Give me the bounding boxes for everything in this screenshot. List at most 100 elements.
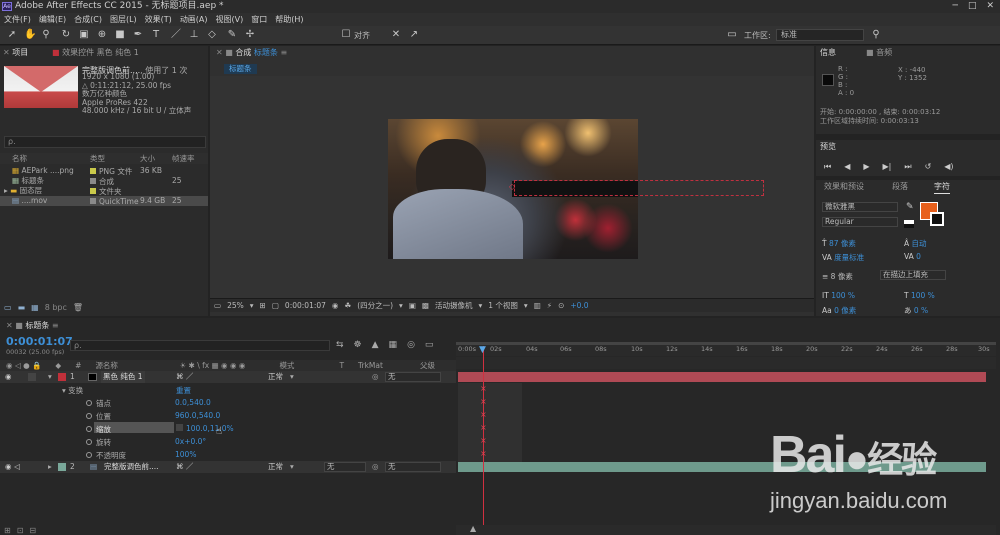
transparency-grid-icon[interactable]: ▩ [422, 301, 429, 310]
label-color-icon[interactable] [58, 463, 66, 471]
loop-icon[interactable]: ↺ [925, 162, 932, 172]
tab-timeline[interactable]: ✕ ■ 标题条 ≡ [6, 320, 59, 332]
chevron-down-icon[interactable]: ▾ [399, 301, 403, 310]
resolution-select[interactable]: (四分之一) [357, 300, 393, 311]
brush-tool-icon[interactable]: ／ [170, 29, 182, 41]
frame-blend-icon[interactable]: ▦ [389, 340, 398, 350]
toggle-switches-icon[interactable]: ⊞ [4, 526, 11, 535]
last-frame-icon[interactable]: ⏭ [904, 162, 911, 172]
tsume-field[interactable]: あ 0 % [904, 305, 928, 316]
next-frame-icon[interactable]: ▶| [883, 162, 892, 172]
delete-icon[interactable]: 🗑 [73, 303, 83, 312]
breadcrumb[interactable]: 标题条 [224, 64, 257, 74]
roto-tool-icon[interactable]: ✎ [226, 29, 238, 41]
trkmat-select[interactable]: 无 [324, 462, 366, 472]
new-folder-icon[interactable]: ▬ [18, 303, 26, 312]
audio-icon[interactable]: ◁ [14, 461, 20, 473]
chevron-down-icon[interactable]: ▾ [290, 461, 294, 473]
parent-select[interactable]: 无 [385, 372, 441, 382]
pan-behind-tool-icon[interactable]: ⊕ [96, 29, 108, 41]
draft-3d-icon[interactable]: ☸ [354, 340, 362, 350]
tab-info[interactable]: 信息 [820, 47, 836, 59]
menu-window[interactable]: 窗口 [251, 14, 267, 25]
font-family-select[interactable]: 微软雅黑 [822, 202, 898, 212]
camera-select[interactable]: 活动摄像机 [435, 300, 473, 311]
timeline-search-input[interactable]: ρ. [70, 340, 330, 351]
tab-project[interactable]: ✕ 项目 [3, 47, 28, 59]
leading-field[interactable]: Â 自动 [904, 238, 927, 249]
zoom-out-icon[interactable]: ▲ [470, 524, 476, 533]
stopwatch-icon[interactable] [86, 439, 92, 445]
zoom-tool-icon[interactable]: ⚲ [40, 29, 52, 41]
current-time[interactable]: 0:00:01:07 [285, 301, 326, 310]
tab-paragraph[interactable]: 段落 [892, 181, 908, 193]
eraser-tool-icon[interactable]: ◇ [206, 29, 218, 41]
menu-layer[interactable]: 图层(L) [110, 14, 137, 25]
layer-selection-box[interactable] [514, 180, 764, 196]
toggle-modes-icon[interactable]: ⊡ [17, 526, 24, 535]
chevron-down-icon[interactable]: ▾ [290, 371, 294, 383]
keyframe-icon[interactable]: ⨯ [480, 385, 487, 393]
align-checkbox-icon[interactable]: ☐ [340, 29, 352, 41]
visibility-eye-icon[interactable]: ◉ [5, 371, 12, 383]
layer-mode[interactable]: 正常 [268, 461, 283, 473]
list-item[interactable]: ▦ 标题条 合成 25 [0, 176, 208, 186]
camera-tool-icon[interactable]: ▣ [78, 29, 90, 41]
menu-help[interactable]: 帮助(H) [275, 14, 303, 25]
stroke-width-field[interactable]: ≡ 8 像素 [822, 271, 853, 282]
prop-opacity-value[interactable]: 100% [175, 450, 196, 459]
audio-icon[interactable]: ◀) [944, 162, 953, 172]
keyframe-icon[interactable]: ⨯ [480, 424, 487, 432]
table-row[interactable]: ◉ ▾ 1 黑色 纯色 1 ⌘ ／ 正常 ▾ ◎ 无 [0, 371, 456, 383]
reset-link[interactable]: 重置 [176, 385, 191, 396]
table-row[interactable]: ◉ ◁ ▸ 2 ▤ 完整版调色前.... ⌘ ／ 正常 ▾ 无 ◎ 无 [0, 461, 456, 473]
graph-editor-icon[interactable]: ▭ [425, 340, 434, 350]
workspace-icon[interactable]: ▭ [726, 29, 738, 41]
col-type[interactable]: 类型 [90, 153, 140, 164]
list-item[interactable]: ▸ ▬ 固态层 文件夹 [0, 186, 208, 196]
interpret-footage-icon[interactable]: ▭ [4, 303, 12, 312]
prop-rotation-value[interactable]: 0x+0.0° [175, 437, 206, 446]
chevron-down-icon[interactable]: ▾ [524, 301, 528, 310]
hand-tool-icon[interactable]: ✋ [24, 29, 36, 41]
solo-icon[interactable] [28, 373, 36, 381]
visibility-eye-icon[interactable]: ◉ [5, 461, 12, 473]
parent-select[interactable]: 无 [385, 462, 441, 472]
clone-tool-icon[interactable]: ⊥ [188, 29, 200, 41]
font-size-field[interactable]: T̂ 87 像素 [822, 238, 856, 249]
comp-flowchart-icon[interactable]: ⇆ [336, 340, 344, 350]
motion-blur-icon[interactable]: ◎ [407, 340, 415, 350]
col-name[interactable]: 名称 [0, 153, 90, 164]
prev-frame-icon[interactable]: ◀ [844, 162, 850, 172]
search-help-icon[interactable]: ⚲ [870, 29, 882, 41]
safe-zones-icon[interactable]: ▢ [272, 301, 279, 310]
puppet-tool-icon[interactable]: ✢ [244, 29, 256, 41]
constrain-proportions-icon[interactable] [176, 424, 183, 431]
layer-1-bar[interactable] [458, 372, 986, 382]
toggle-pixel-icon[interactable]: ▥ [534, 301, 541, 310]
col-size[interactable]: 大小 [140, 153, 172, 164]
col-source-name[interactable]: 源名称 [95, 360, 165, 371]
layer-name[interactable]: 黑色 纯色 1 [101, 371, 145, 383]
menu-edit[interactable]: 编辑(E) [39, 14, 66, 25]
layer-switch-icons[interactable]: ⌘ ／ [176, 371, 193, 383]
timeline-timecode[interactable]: 0:00:01:07 [6, 335, 73, 348]
tab-audio[interactable]: ■ 音频 [866, 47, 892, 59]
swap-colors-icon[interactable] [904, 220, 914, 228]
stopwatch-icon[interactable] [86, 452, 92, 458]
keyframe-icon[interactable]: ⨯ [480, 411, 487, 419]
menu-animation[interactable]: 动画(A) [180, 14, 208, 25]
tab-preview[interactable]: 预览 [820, 141, 836, 153]
horizontal-scale-field[interactable]: T 100 % [904, 291, 935, 300]
play-icon[interactable]: ▶ [863, 162, 869, 172]
close-icon[interactable]: ✕ [986, 1, 994, 11]
stroke-color-swatch[interactable] [930, 212, 944, 226]
exposure-value[interactable]: +0.0 [570, 301, 588, 310]
layer-switch-icons[interactable]: ⌘ ／ [176, 461, 193, 473]
menu-file[interactable]: 文件(F) [4, 14, 31, 25]
layer-name[interactable]: 完整版调色前.... [104, 461, 159, 473]
prop-anchor-value[interactable]: 0.0,540.0 [175, 398, 211, 407]
pen-tool-icon[interactable]: ✒ [132, 29, 144, 41]
project-search-input[interactable]: ρ. [4, 136, 206, 148]
list-item[interactable]: ▦ AEPark ....png PNG 文件 36 KB [0, 166, 208, 176]
